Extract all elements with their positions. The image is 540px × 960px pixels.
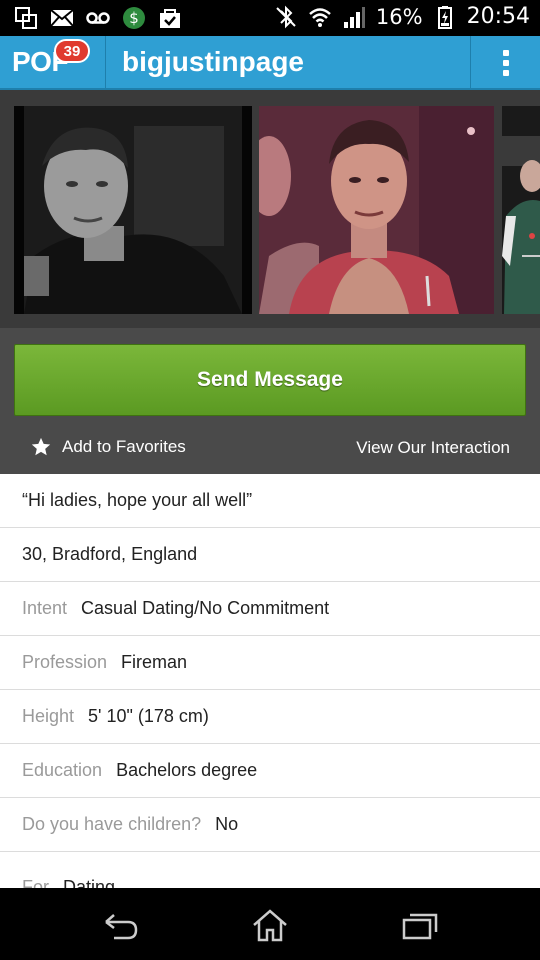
notification-badge: 39: [54, 39, 90, 63]
location-text: 30, Bradford, England: [22, 544, 198, 564]
detail-row-intent: Intent Casual Dating/No Commitment: [0, 582, 540, 636]
profile-photo-3[interactable]: [502, 106, 540, 314]
clock: 20:54: [466, 4, 530, 29]
detail-label: For: [22, 877, 49, 888]
detail-label: Intent: [22, 598, 68, 618]
profile-actions: Send Message Add to Favorites View Our I…: [0, 328, 540, 474]
detail-label: Profession: [22, 652, 108, 672]
battery-charging-icon: [437, 5, 452, 29]
back-icon[interactable]: [100, 908, 140, 942]
detail-label: Do you have children?: [22, 814, 202, 834]
home-logo-button[interactable]: POF 39: [0, 36, 106, 90]
battery-percent: 16%: [375, 4, 423, 29]
detail-row-for: For Dating: [0, 852, 540, 888]
home-icon[interactable]: [250, 908, 290, 942]
screen-mirror-icon: [15, 7, 37, 29]
app-header: POF 39 bigjustinpage: [0, 36, 540, 90]
detail-value: Fireman: [121, 652, 188, 672]
headline-text: “Hi ladies, hope your all well”: [22, 490, 253, 510]
overflow-menu-dot: [503, 60, 509, 66]
profile-photo-2[interactable]: [259, 106, 494, 314]
detail-value: No: [215, 814, 239, 834]
detail-value: Casual Dating/No Commitment: [81, 598, 330, 618]
detail-value: Dating: [63, 877, 116, 888]
detail-value: Bachelors degree: [116, 760, 258, 780]
profile-photo-1[interactable]: [14, 106, 252, 314]
add-to-favorites-button[interactable]: Add to Favorites: [30, 436, 186, 458]
shopping-bag-icon: [160, 9, 180, 28]
overflow-menu-dot: [503, 70, 509, 76]
profile-location: 30, Bradford, England: [0, 528, 540, 582]
add-to-favorites-label: Add to Favorites: [62, 437, 186, 456]
mail-icon: [50, 9, 74, 27]
overflow-menu-button[interactable]: [470, 36, 540, 90]
profile-details: “Hi ladies, hope your all well” 30, Brad…: [0, 474, 540, 888]
recent-apps-icon[interactable]: [400, 908, 440, 942]
detail-value: 5' 10" (178 cm): [88, 706, 209, 726]
detail-label: Height: [22, 706, 75, 726]
notification-icons: $: [14, 6, 182, 30]
system-status: 16% 20:54: [274, 4, 530, 29]
money-app-icon: $: [123, 7, 145, 29]
page-title: bigjustinpage: [122, 46, 304, 77]
svg-text:$: $: [129, 9, 139, 27]
system-navigation-bar: [0, 888, 540, 960]
signal-icon: [343, 6, 365, 28]
profile-headline: “Hi ladies, hope your all well”: [0, 474, 540, 528]
detail-label: Education: [22, 760, 103, 780]
status-bar: $ 16% 20:54: [0, 0, 540, 36]
bluetooth-off-icon: [276, 5, 296, 28]
detail-row-children: Do you have children? No: [0, 798, 540, 852]
detail-row-profession: Profession Fireman: [0, 636, 540, 690]
photo-gallery[interactable]: [0, 90, 540, 328]
wifi-icon: [309, 7, 331, 27]
voicemail-icon: [86, 12, 110, 24]
send-message-button[interactable]: Send Message: [14, 344, 526, 416]
view-interaction-link[interactable]: View Our Interaction: [356, 438, 510, 458]
overflow-menu-icon: [503, 50, 509, 56]
detail-row-height: Height 5' 10" (178 cm): [0, 690, 540, 744]
detail-row-education: Education Bachelors degree: [0, 744, 540, 798]
star-icon: [31, 437, 51, 456]
